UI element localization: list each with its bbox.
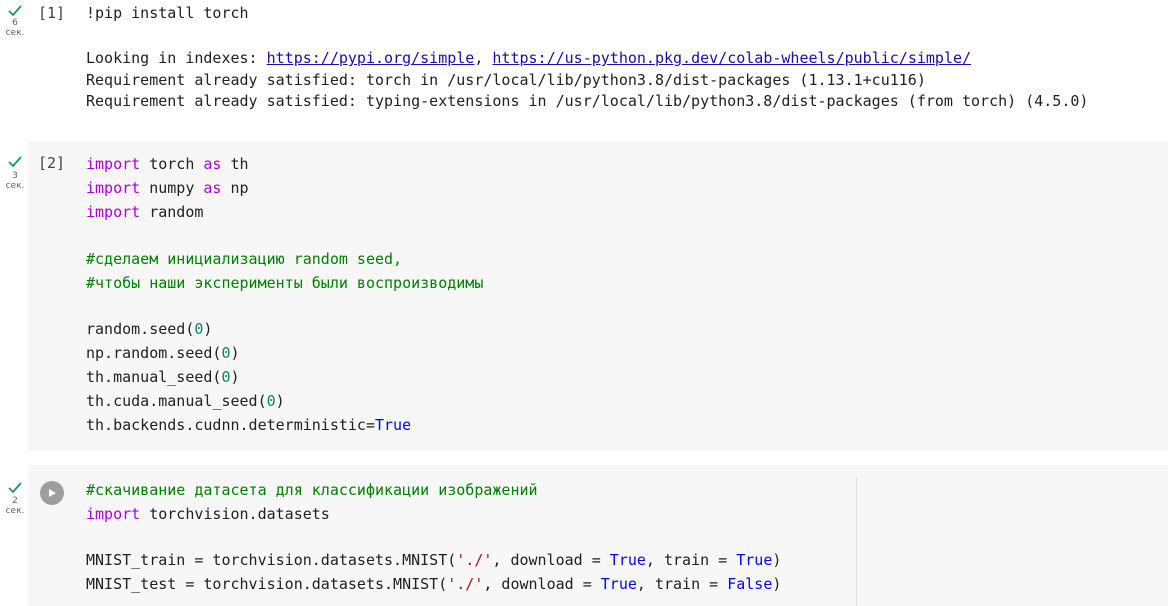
- code-line: MNIST_test = torchvision.datasets.MNIST(…: [86, 575, 782, 593]
- code-line: MNIST_train = torchvision.datasets.MNIST…: [86, 551, 782, 569]
- code-line: import torch as th: [86, 155, 249, 173]
- code-line: th.manual_seed(0): [86, 368, 240, 386]
- code-line[interactable]: !pip install torch: [86, 3, 249, 23]
- editor-ruler: [856, 477, 857, 606]
- code-line: th.backends.cudnn.deterministic=True: [86, 416, 412, 434]
- check-icon: [8, 482, 22, 494]
- execution-time: 6 сек.: [5, 18, 25, 38]
- code-line: import numpy as np: [86, 179, 249, 197]
- code-line: import torchvision.datasets: [86, 505, 330, 523]
- code-line: random.seed(0): [86, 320, 213, 338]
- cell-prompt: [1]: [38, 4, 66, 22]
- cell-3: 2 сек. #скачивание датасета для классифик…: [0, 465, 1168, 606]
- code-line: import random: [86, 203, 204, 221]
- execution-time: 2 сек.: [5, 496, 25, 516]
- code-comment: #чтобы наши эксперименты были воспроизво…: [86, 274, 484, 292]
- execution-time: 3 сек.: [5, 171, 25, 191]
- check-icon: [8, 5, 22, 17]
- pypi-link[interactable]: https://pypi.org/simple: [267, 49, 475, 67]
- output-line: Requirement already satisfied: torch in …: [86, 71, 926, 89]
- colab-wheels-link[interactable]: https://us-python.pkg.dev/colab-wheels/p…: [492, 49, 971, 67]
- run-cell-button[interactable]: [40, 481, 64, 505]
- output-line: Requirement already satisfied: typing-ex…: [86, 92, 1089, 110]
- cell-2: 3 сек. [2] import torch as th import nump…: [0, 141, 1168, 451]
- code-line: np.random.seed(0): [86, 344, 240, 362]
- output-line: Looking in indexes: https://pypi.org/sim…: [86, 49, 972, 67]
- cell-1: 6 сек. [1] !pip install torch Looking in …: [0, 0, 1168, 130]
- play-icon: [49, 489, 56, 497]
- check-icon: [8, 156, 22, 168]
- code-comment: #сделаем инициализацию random seed,: [86, 250, 403, 268]
- cell-prompt: [2]: [38, 154, 66, 172]
- code-comment: #скачивание датасета для классификации и…: [86, 481, 538, 499]
- code-line: th.cuda.manual_seed(0): [86, 392, 285, 410]
